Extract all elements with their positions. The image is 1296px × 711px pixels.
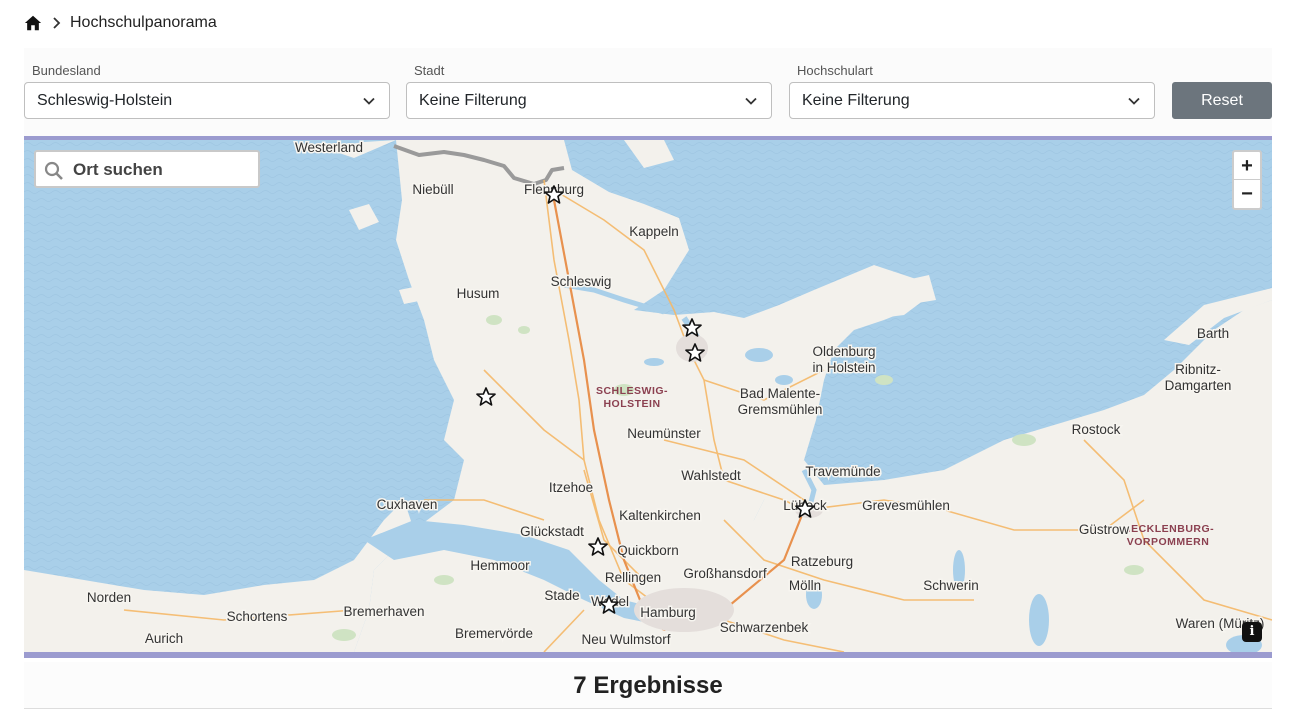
place-search-input[interactable] xyxy=(73,156,253,184)
place-malente-2: Gremsmühlen xyxy=(738,402,823,417)
zoom-in-button[interactable]: + xyxy=(1234,152,1260,180)
home-icon[interactable] xyxy=(24,14,42,32)
place-gustrow: Güstrow xyxy=(1079,522,1130,537)
place-kappeln: Kappeln xyxy=(629,224,679,239)
place-norden: Norden xyxy=(87,590,131,605)
place-schortens: Schortens xyxy=(227,609,288,624)
reset-button[interactable]: Reset xyxy=(1172,82,1272,119)
stadt-filter: Stadt Keine Filterung xyxy=(406,62,772,119)
hochschulart-select[interactable]: Keine Filterung xyxy=(789,82,1155,119)
place-bremerhaven: Bremerhaven xyxy=(343,604,424,619)
filter-panel: Bundesland Schleswig-Holstein Stadt Kein… xyxy=(24,48,1272,138)
place-rellingen: Rellingen xyxy=(605,570,661,585)
bundesland-label: Bundesland xyxy=(32,63,101,78)
map-view[interactable]: SCHLESWIG- HOLSTEIN MECKLENBURG- VORPOMM… xyxy=(24,136,1272,658)
place-malente-1: Bad Malente- xyxy=(740,386,820,401)
place-bremervorde: Bremervörde xyxy=(455,626,533,641)
place-wahlstedt: Wahlstedt xyxy=(681,468,741,483)
zoom-out-button[interactable]: − xyxy=(1234,180,1260,208)
hochschulart-label: Hochschulart xyxy=(797,63,873,78)
place-grosshansdorf: Großhansdorf xyxy=(683,566,767,581)
place-ribnitz-1: Ribnitz- xyxy=(1175,362,1221,377)
place-search-box[interactable] xyxy=(34,150,260,188)
stadt-select[interactable]: Keine Filterung xyxy=(406,82,772,119)
region-label-schleswig-holstein-1: SCHLESWIG- xyxy=(596,385,668,397)
place-itzehoe: Itzehoe xyxy=(549,480,593,495)
bundesland-filter: Bundesland Schleswig-Holstein xyxy=(24,62,390,119)
place-barth: Barth xyxy=(1197,326,1229,341)
place-schwerin: Schwerin xyxy=(923,578,979,593)
results-count: 7 Ergebnisse xyxy=(573,672,723,699)
place-grevesmuhlen: Grevesmühlen xyxy=(862,498,950,513)
place-aurich: Aurich xyxy=(145,631,183,646)
region-label-mecklenburg-2: VORPOMMERN xyxy=(1127,536,1210,548)
place-travemunde: Travemünde xyxy=(805,464,880,479)
place-hemmoor: Hemmoor xyxy=(470,558,530,573)
hochschulart-value: Keine Filterung xyxy=(802,92,910,109)
place-husum: Husum xyxy=(457,286,500,301)
place-westerland: Westerland xyxy=(295,140,363,155)
place-molln: Mölln xyxy=(789,578,821,593)
place-oldenburg-1: Oldenburg xyxy=(812,344,875,359)
place-gluckstadt: Glückstadt xyxy=(520,524,584,539)
region-label-mecklenburg-1: MECKLENBURG- xyxy=(1122,523,1214,535)
breadcrumb-current: Hochschulpanorama xyxy=(70,14,217,31)
chevron-down-icon xyxy=(745,97,757,105)
place-oldenburg-2: in Holstein xyxy=(812,360,875,375)
place-rostock: Rostock xyxy=(1072,422,1121,437)
stadt-value: Keine Filterung xyxy=(419,92,527,109)
place-kaltenkirchen: Kaltenkirchen xyxy=(619,508,701,523)
chevron-right-icon xyxy=(53,17,61,29)
region-label-schleswig-holstein-2: HOLSTEIN xyxy=(603,398,660,410)
place-ratzeburg: Ratzeburg xyxy=(791,554,853,569)
attribution-info-button[interactable]: i xyxy=(1242,622,1262,642)
stadt-label: Stadt xyxy=(414,63,445,78)
map-canvas[interactable]: SCHLESWIG- HOLSTEIN MECKLENBURG- VORPOMM… xyxy=(24,140,1272,652)
place-ribnitz-2: Damgarten xyxy=(1165,378,1232,393)
place-schwarzenbek: Schwarzenbek xyxy=(720,620,809,635)
place-cuxhaven: Cuxhaven xyxy=(377,497,438,512)
place-neumunster: Neumünster xyxy=(627,426,701,441)
breadcrumb: Hochschulpanorama xyxy=(24,12,217,34)
chevron-down-icon xyxy=(1128,97,1140,105)
place-neu-wulmstorf: Neu Wulmstorf xyxy=(581,632,670,647)
bundesland-value: Schleswig-Holstein xyxy=(37,92,173,109)
zoom-control: + − xyxy=(1232,150,1262,210)
place-hamburg: Hamburg xyxy=(640,605,696,620)
chevron-down-icon xyxy=(363,97,375,105)
search-icon xyxy=(44,161,63,180)
place-niebull: Niebüll xyxy=(412,182,453,197)
hochschulart-filter: Hochschulart Keine Filterung xyxy=(789,62,1155,119)
place-quickborn: Quickborn xyxy=(617,543,679,558)
place-schleswig: Schleswig xyxy=(551,274,612,289)
place-stade: Stade xyxy=(544,588,579,603)
bundesland-select[interactable]: Schleswig-Holstein xyxy=(24,82,390,119)
results-header: 7 Ergebnisse xyxy=(24,662,1272,709)
